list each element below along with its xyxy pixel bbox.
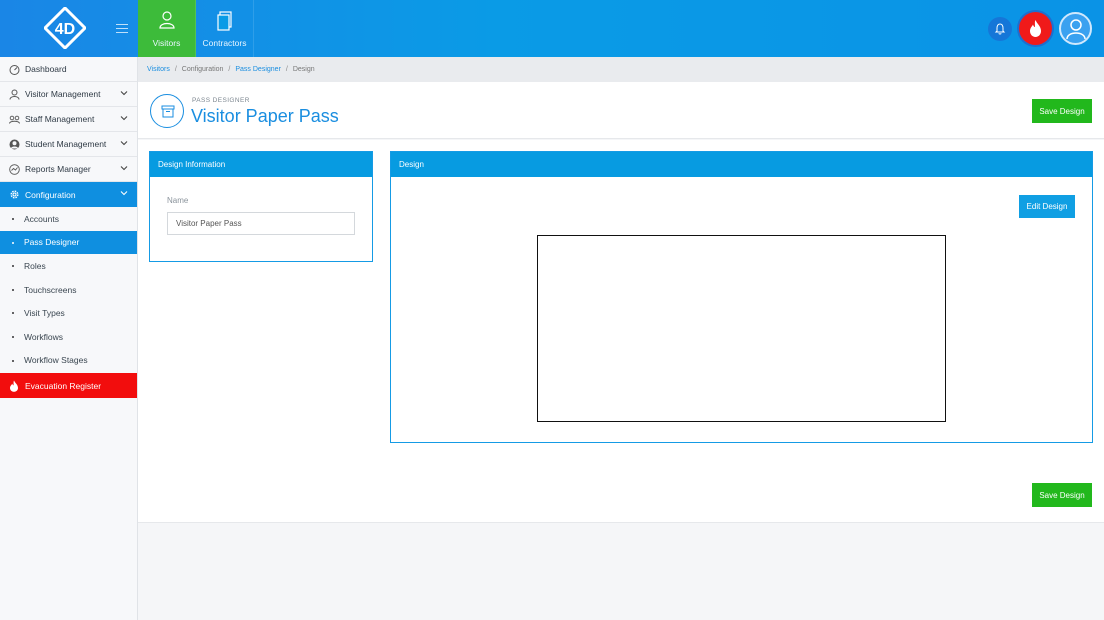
top-bar: 4D Visitors Contractors	[0, 0, 1104, 57]
sidebar-subitem-workflow-stages[interactable]: Workflow Stages	[0, 349, 137, 373]
sidebar-subitem-label: Touchscreens	[24, 284, 77, 295]
bell-icon	[994, 23, 1006, 35]
student-icon	[9, 139, 20, 149]
gear-icon	[10, 190, 19, 199]
breadcrumb-separator: /	[228, 66, 231, 73]
bullet-icon	[12, 335, 14, 338]
panel-title: Design	[391, 152, 1092, 177]
sidebar-item-visitor-management[interactable]: Visitor Management	[0, 82, 137, 107]
group-icon	[9, 115, 20, 124]
chevron-down-icon	[120, 116, 128, 121]
bullet-icon	[12, 265, 14, 268]
sidebar-subitem-label: Roles	[24, 260, 46, 271]
sidebar-subitem-label: Visit Types	[24, 308, 65, 319]
page-header: PASS DESIGNER Visitor Paper Pass Save De…	[138, 82, 1104, 139]
bullet-icon	[12, 288, 14, 291]
sidebar-subitem-touchscreens[interactable]: Touchscreens	[0, 278, 137, 302]
sidebar-item-label: Staff Management	[25, 114, 95, 124]
chart-icon	[9, 163, 20, 175]
archive-box-icon	[161, 105, 175, 118]
chevron-down-icon	[120, 91, 128, 96]
page-subtitle: PASS DESIGNER	[192, 97, 250, 104]
notifications-button[interactable]	[988, 17, 1012, 41]
sidebar-item-evacuation-register[interactable]: Evacuation Register	[0, 373, 137, 399]
app-logo[interactable]: 4D	[44, 7, 86, 49]
sidebar: Dashboard Visitor Management Staff Manag…	[0, 57, 138, 620]
topnav-contractors[interactable]: Contractors	[196, 0, 254, 57]
sidebar-item-student-management[interactable]: Student Management	[0, 132, 137, 157]
user-avatar-icon	[1066, 19, 1086, 40]
document-icon	[216, 11, 232, 31]
topnav-visitors-label: Visitors	[152, 38, 181, 48]
sidebar-subitem-roles[interactable]: Roles	[0, 254, 137, 278]
sidebar-item-label: Visitor Management	[25, 89, 101, 99]
fire-icon	[1030, 20, 1041, 37]
sidebar-item-label: Dashboard	[25, 64, 67, 74]
sidebar-subitem-label: Accounts	[24, 213, 59, 224]
bullet-icon	[12, 241, 14, 244]
visitor-icon	[158, 11, 175, 29]
breadcrumb-separator: /	[285, 66, 288, 73]
sidebar-item-label: Student Management	[25, 139, 107, 149]
sidebar-item-configuration[interactable]: Configuration	[0, 182, 137, 207]
sidebar-subitem-label: Pass Designer	[24, 237, 80, 248]
fire-icon	[10, 380, 18, 392]
sidebar-item-staff-management[interactable]: Staff Management	[0, 107, 137, 132]
evacuation-alert-button[interactable]	[1019, 12, 1052, 45]
user-icon	[9, 89, 20, 100]
page-title: Visitor Paper Pass	[191, 106, 339, 126]
sidebar-subitem-label: Workflows	[24, 331, 64, 342]
sidebar-item-label: Reports Manager	[25, 164, 91, 174]
menu-toggle-icon[interactable]	[116, 21, 128, 35]
sidebar-subitem-pass-designer[interactable]: Pass Designer	[0, 230, 137, 255]
breadcrumb-configuration: Configuration	[181, 66, 224, 73]
edit-design-button[interactable]: Edit Design	[1019, 195, 1075, 218]
top-nav: Visitors Contractors	[138, 0, 254, 57]
chevron-down-icon	[120, 141, 128, 146]
sidebar-item-label: Configuration	[25, 189, 76, 200]
breadcrumb-design: Design	[292, 66, 315, 73]
dashboard-icon	[9, 64, 20, 75]
user-menu-button[interactable]	[1059, 12, 1092, 45]
sidebar-item-reports-manager[interactable]: Reports Manager	[0, 157, 137, 182]
page-icon	[150, 94, 184, 128]
bullet-icon	[12, 312, 14, 315]
chevron-down-icon	[120, 191, 128, 196]
sidebar-subitem-label: Workflow Stages	[24, 355, 88, 366]
topnav-visitors[interactable]: Visitors	[138, 0, 196, 57]
breadcrumb-visitors[interactable]: Visitors	[147, 66, 170, 73]
save-design-button[interactable]: Save Design	[1032, 99, 1092, 123]
logo-area: 4D	[0, 0, 138, 57]
breadcrumb-separator: /	[174, 66, 177, 73]
name-label: Name	[167, 196, 189, 205]
sidebar-item-dashboard[interactable]: Dashboard	[0, 57, 137, 82]
content-area: Design Information Name Visitor Paper Pa…	[138, 140, 1104, 466]
design-panel: Design Edit Design	[390, 151, 1093, 443]
name-input[interactable]: Visitor Paper Pass	[167, 212, 355, 235]
panel-title: Design Information	[150, 152, 372, 177]
breadcrumb-pass-designer[interactable]: Pass Designer	[235, 66, 281, 73]
bullet-icon	[12, 359, 14, 362]
sidebar-item-label: Evacuation Register	[25, 380, 102, 391]
save-design-button-bottom[interactable]: Save Design	[1032, 483, 1092, 507]
breadcrumb: Visitors / Configuration / Pass Designer…	[138, 57, 1104, 82]
bullet-icon	[12, 218, 14, 220]
page-footer: Save Design	[138, 466, 1104, 523]
pass-preview-canvas	[537, 235, 946, 422]
sidebar-subitem-workflows[interactable]: Workflows	[0, 325, 137, 349]
topnav-contractors-label: Contractors	[202, 38, 247, 48]
chevron-down-icon	[120, 166, 128, 171]
design-information-panel: Design Information Name Visitor Paper Pa…	[149, 151, 373, 262]
sidebar-subitem-visit-types[interactable]: Visit Types	[0, 301, 137, 325]
sidebar-subitem-accounts[interactable]: Accounts	[0, 207, 137, 231]
svg-text:4D: 4D	[55, 21, 75, 38]
